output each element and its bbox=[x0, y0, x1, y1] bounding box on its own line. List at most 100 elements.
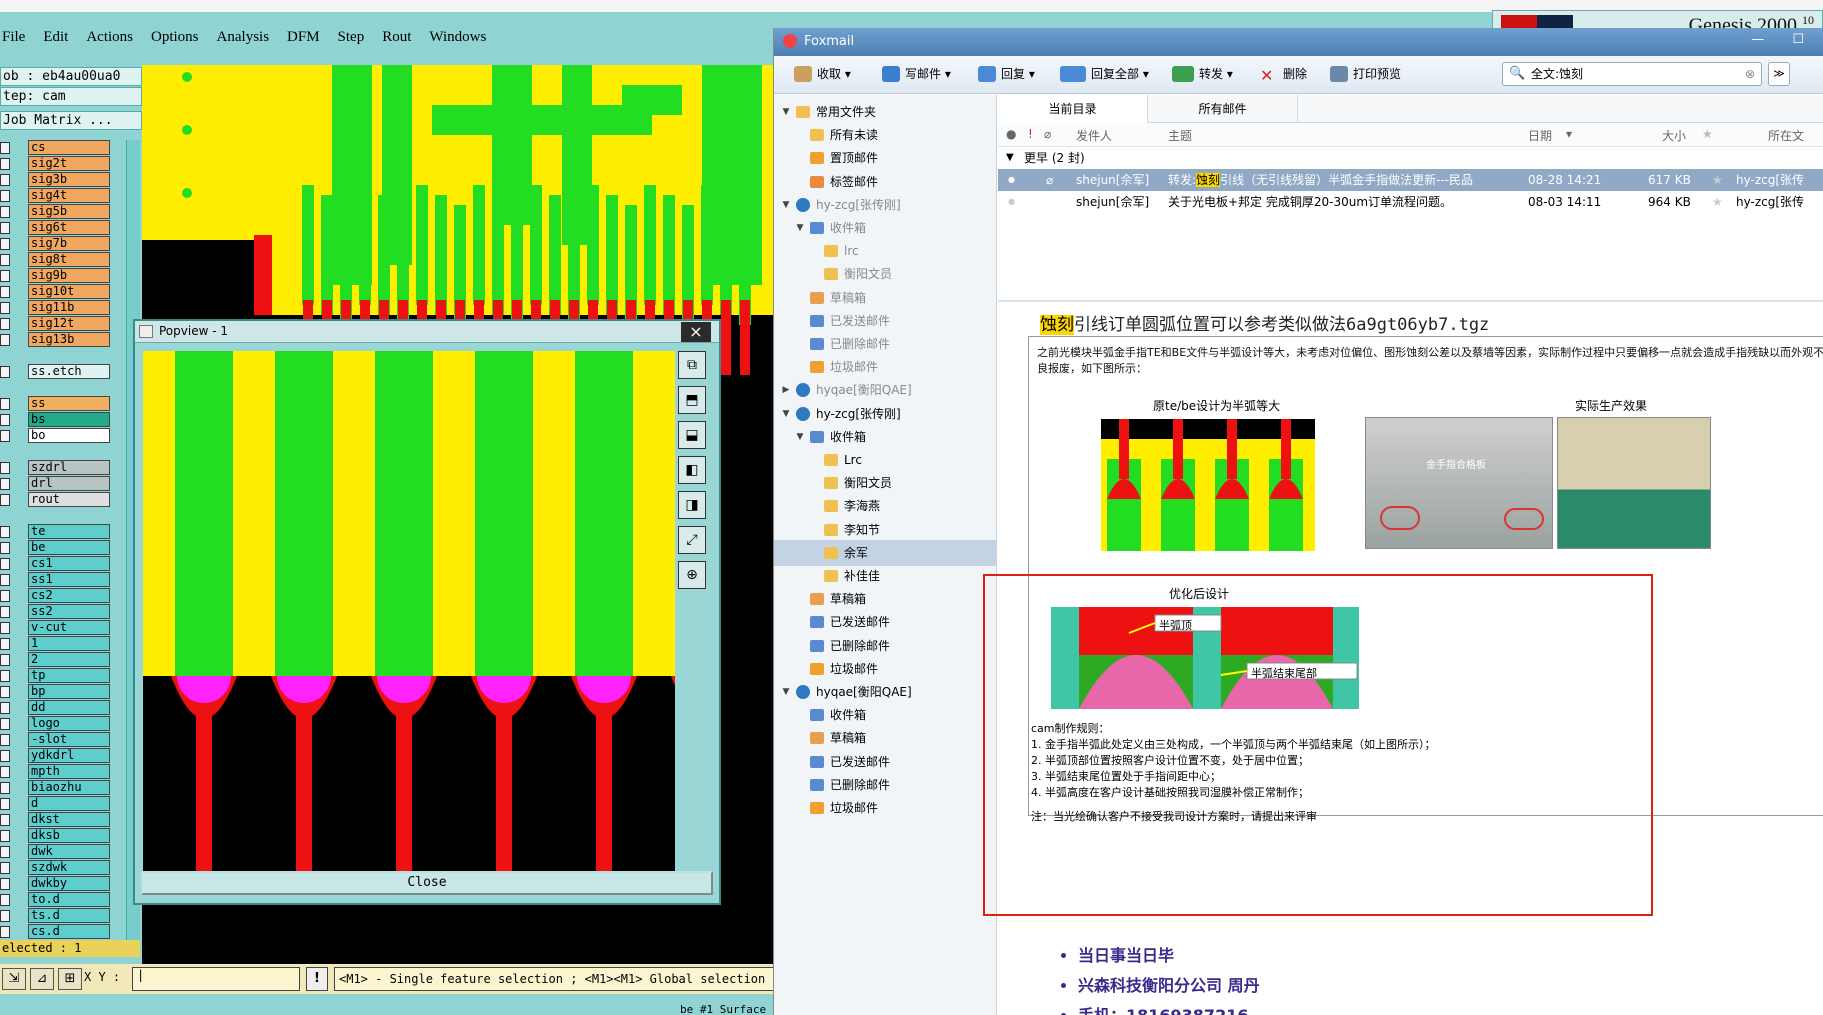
layer-checkbox[interactable] bbox=[0, 894, 10, 906]
close-icon[interactable]: × bbox=[681, 322, 711, 342]
layer-row[interactable]: sig4t bbox=[0, 188, 142, 204]
layer-row[interactable]: cs2 bbox=[0, 588, 142, 604]
folder-item[interactable]: 余军 bbox=[774, 539, 996, 566]
folder-item[interactable]: 李海燕 bbox=[774, 493, 996, 519]
layer-row[interactable]: dkst bbox=[0, 812, 142, 828]
layer-checkbox[interactable] bbox=[0, 670, 10, 682]
layer-checkbox[interactable] bbox=[0, 286, 10, 298]
layer-row[interactable]: sig6t bbox=[0, 220, 142, 236]
select-tool-icon[interactable]: ⇲ bbox=[2, 968, 26, 990]
popview-tool-down-icon[interactable]: ⬓ bbox=[678, 421, 706, 449]
layer-row[interactable]: tp bbox=[0, 668, 142, 684]
menu-windows[interactable]: Windows bbox=[429, 29, 486, 46]
layer-row[interactable]: dwk bbox=[0, 844, 142, 860]
menu-actions[interactable]: Actions bbox=[86, 29, 133, 46]
folder-item[interactable]: 置顶邮件 bbox=[774, 145, 996, 171]
folder-item[interactable]: 标签邮件 bbox=[774, 169, 996, 195]
reply-all-button[interactable]: 回复全部 ▾ bbox=[1060, 65, 1149, 82]
layer-row[interactable]: dksb bbox=[0, 828, 142, 844]
read-column-icon[interactable]: ● bbox=[1006, 127, 1016, 141]
layer-row[interactable]: be bbox=[0, 540, 142, 556]
column-folder[interactable]: 所在文 bbox=[1768, 127, 1804, 144]
layer-row[interactable]: ss1 bbox=[0, 572, 142, 588]
layer-checkbox[interactable] bbox=[0, 654, 10, 666]
layer-checkbox[interactable] bbox=[0, 622, 10, 634]
layer-row[interactable]: logo bbox=[0, 716, 142, 732]
popview-tool-right-icon[interactable]: ◨ bbox=[678, 491, 706, 519]
layer-checkbox[interactable] bbox=[0, 398, 10, 410]
layer-checkbox[interactable] bbox=[0, 334, 10, 346]
layer-checkbox[interactable] bbox=[0, 190, 10, 202]
layer-row[interactable]: cs.d bbox=[0, 924, 142, 940]
layer-row[interactable]: biaozhu bbox=[0, 780, 142, 796]
grid-tool-icon[interactable]: ⊞ bbox=[58, 968, 82, 990]
clear-icon[interactable]: ⊗ bbox=[1745, 63, 1755, 85]
compose-button[interactable]: 写邮件 ▾ bbox=[882, 65, 951, 82]
expand-arrow-icon[interactable]: ▼ bbox=[780, 679, 792, 705]
folder-item[interactable]: 垃圾邮件 bbox=[774, 656, 996, 682]
column-star[interactable]: ★ bbox=[1702, 127, 1713, 141]
layer-row[interactable]: dd bbox=[0, 700, 142, 716]
folder-item[interactable]: 已删除邮件 bbox=[774, 633, 996, 659]
folder-item[interactable]: 所有未读 bbox=[774, 122, 996, 148]
account-item[interactable]: ▼ hy-zcg[张传刚] bbox=[774, 401, 996, 427]
layer-row[interactable]: szdwk bbox=[0, 860, 142, 876]
layer-row[interactable]: v-cut bbox=[0, 620, 142, 636]
folder-item[interactable]: 补佳佳 bbox=[774, 563, 996, 589]
layer-checkbox[interactable] bbox=[0, 270, 10, 282]
layer-checkbox[interactable] bbox=[0, 222, 10, 234]
layer-row[interactable]: sig2t bbox=[0, 156, 142, 172]
layer-row[interactable]: bp bbox=[0, 684, 142, 700]
search-input[interactable]: 🔍 全文:蚀刻 ⊗ bbox=[1502, 62, 1762, 86]
folder-item[interactable]: lrc bbox=[774, 238, 996, 264]
layer-checkbox[interactable] bbox=[0, 686, 10, 698]
menu-step[interactable]: Step bbox=[338, 29, 365, 46]
layer-row[interactable]: bs bbox=[0, 412, 142, 428]
layer-checkbox[interactable] bbox=[0, 750, 10, 762]
column-date[interactable]: 日期 bbox=[1528, 127, 1552, 144]
menu-analysis[interactable]: Analysis bbox=[217, 29, 270, 46]
layer-checkbox[interactable] bbox=[0, 910, 10, 922]
layer-row[interactable]: mpth bbox=[0, 764, 142, 780]
folder-item[interactable]: 衡阳文员 bbox=[774, 470, 996, 496]
layer-row[interactable]: te bbox=[0, 524, 142, 540]
column-subject[interactable]: 主题 bbox=[1168, 127, 1192, 144]
layer-row[interactable]: szdrl bbox=[0, 460, 142, 476]
layer-checkbox[interactable] bbox=[0, 254, 10, 266]
popview-tool-fit-icon[interactable]: ⤢ bbox=[678, 526, 706, 554]
layer-checkbox[interactable] bbox=[0, 494, 10, 506]
foxmail-titlebar[interactable]: Foxmail — ☐ bbox=[774, 28, 1823, 56]
layer-row[interactable]: cs1 bbox=[0, 556, 142, 572]
layer-row[interactable] bbox=[0, 444, 142, 460]
menu-file[interactable]: File bbox=[2, 29, 25, 46]
layer-checkbox[interactable] bbox=[0, 734, 10, 746]
layer-checkbox[interactable] bbox=[0, 814, 10, 826]
layer-row[interactable]: d bbox=[0, 796, 142, 812]
layer-checkbox[interactable] bbox=[0, 798, 10, 810]
layer-checkbox[interactable] bbox=[0, 830, 10, 842]
column-attach[interactable]: ⌀ bbox=[1044, 127, 1051, 141]
layer-row[interactable]: bo bbox=[0, 428, 142, 444]
menu-dfm[interactable]: DFM bbox=[287, 29, 320, 46]
folder-item[interactable]: 李知节 bbox=[774, 517, 996, 543]
layer-row[interactable]: sig13b bbox=[0, 332, 142, 348]
folder-item[interactable]: Lrc bbox=[774, 447, 996, 473]
expand-arrow-icon[interactable]: ▼ bbox=[780, 401, 792, 427]
xy-input[interactable]: | bbox=[132, 967, 300, 991]
star-icon[interactable]: ★ bbox=[1712, 169, 1723, 191]
search-options-icon[interactable]: ≫ bbox=[1768, 62, 1790, 86]
expand-arrow-icon[interactable]: ▼ bbox=[780, 192, 792, 218]
layer-row[interactable] bbox=[0, 508, 142, 524]
receive-button[interactable]: 收取 ▾ bbox=[794, 65, 851, 82]
folder-item[interactable]: 收件箱 bbox=[774, 702, 996, 728]
layer-row[interactable]: sig10t bbox=[0, 284, 142, 300]
measure-tool-icon[interactable]: ⊿ bbox=[30, 968, 54, 990]
layer-row[interactable]: sig11b bbox=[0, 300, 142, 316]
layer-row[interactable]: sig3b bbox=[0, 172, 142, 188]
star-icon[interactable]: ★ bbox=[1712, 191, 1723, 213]
layer-checkbox[interactable] bbox=[0, 862, 10, 874]
layer-row[interactable]: dwkby bbox=[0, 876, 142, 892]
folder-item[interactable]: 草稿箱 bbox=[774, 725, 996, 751]
layer-checkbox[interactable] bbox=[0, 302, 10, 314]
account-item[interactable]: ▶ hyqae[衡阳QAE] bbox=[774, 377, 996, 403]
